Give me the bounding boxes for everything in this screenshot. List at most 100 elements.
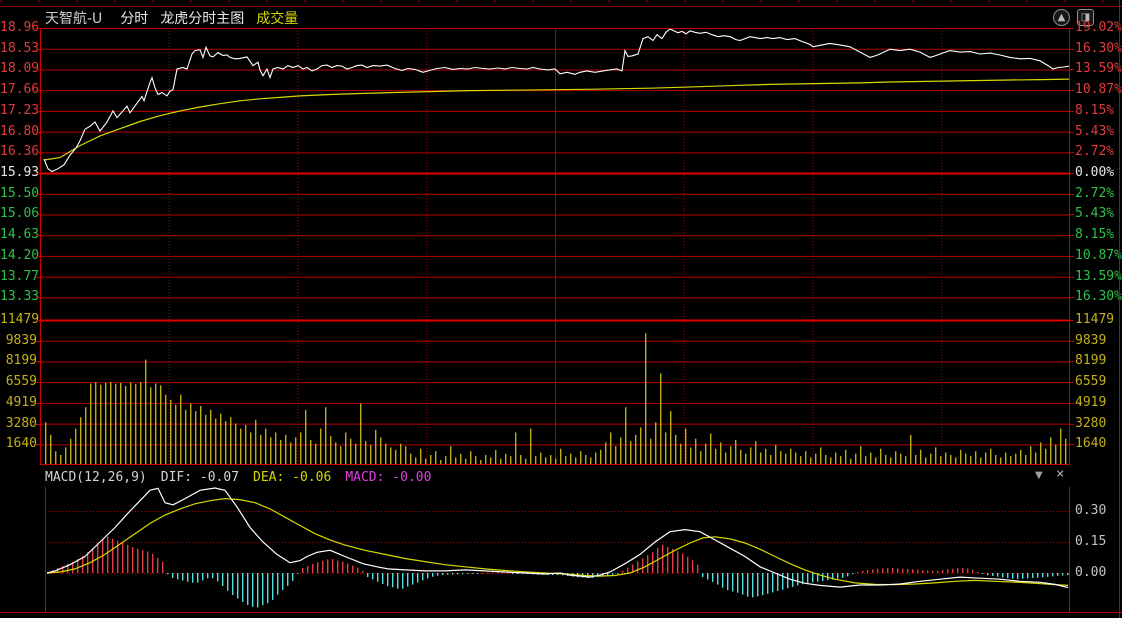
price-axis-label: 18.09 xyxy=(0,61,40,77)
axis-tick xyxy=(1070,361,1074,363)
axis-tick xyxy=(36,235,40,237)
axis-tick xyxy=(1070,255,1074,257)
axis-tick xyxy=(1070,152,1074,154)
price-axis-label: 16.80 xyxy=(0,123,40,139)
intraday-chart[interactable] xyxy=(40,28,1070,465)
axis-tick xyxy=(36,131,40,133)
axis-tick xyxy=(1070,235,1074,237)
macd-scale-label: 0.00 xyxy=(1075,565,1107,580)
macd-indicator-label[interactable]: MACD(12,26,9) xyxy=(45,470,147,485)
axis-tick xyxy=(36,28,40,29)
axis-tick xyxy=(1070,276,1074,278)
macd-scale-label: 0.15 xyxy=(1075,533,1107,549)
axis-tick xyxy=(1070,193,1074,195)
toolbar-remnant-ticks xyxy=(0,0,1122,3)
axis-tick xyxy=(36,214,40,216)
axis-tick xyxy=(1070,90,1074,92)
axis-tick xyxy=(1070,402,1074,404)
collapse-panel-icon[interactable]: ▼ xyxy=(1035,470,1043,481)
percent-axis-label: 5.43% xyxy=(1075,123,1115,139)
price-axis-label: 15.93 xyxy=(0,165,40,181)
price-axis-label: 13.77 xyxy=(0,268,40,284)
axis-tick xyxy=(1070,110,1074,112)
axis-tick xyxy=(1070,28,1074,29)
axis-tick xyxy=(36,90,40,92)
axis-tick xyxy=(1070,48,1074,50)
axis-tick xyxy=(36,110,40,112)
window-right-border xyxy=(1119,0,1120,618)
axis-tick xyxy=(1070,444,1074,446)
price-axis-label: 15.06 xyxy=(0,206,40,222)
percent-axis-label: 2.72% xyxy=(1075,144,1115,160)
stock-symbol[interactable]: 天智航-U xyxy=(45,8,102,28)
volume-axis-label: 11479 xyxy=(1075,312,1115,327)
volume-axis-label: 3280 xyxy=(5,415,37,431)
price-axis-label: 14.63 xyxy=(0,227,40,243)
percent-axis-label: 16.30% xyxy=(1075,289,1122,305)
axis-tick xyxy=(1070,69,1074,71)
price-axis-label: 16.36 xyxy=(0,144,40,160)
close-panel-icon[interactable]: × xyxy=(1056,466,1064,482)
axis-tick xyxy=(1070,131,1074,133)
axis-tick xyxy=(36,255,40,257)
volume-axis-label: 6559 xyxy=(1075,374,1107,390)
percent-axis-label: 10.87% xyxy=(1075,247,1122,263)
macd-header: MACD(12,26,9) DIF: -0.07 DEA: -0.06 MACD… xyxy=(45,468,1045,486)
maximize-icon[interactable]: ▲ xyxy=(1053,9,1070,26)
axis-tick xyxy=(36,48,40,50)
axis-tick xyxy=(36,402,40,404)
volume-axis-label: 4919 xyxy=(5,394,37,410)
volume-axis-label: 4919 xyxy=(1075,394,1107,410)
percent-axis-label: 13.59% xyxy=(1075,61,1122,77)
price-axis-label: 17.23 xyxy=(0,102,40,118)
axis-tick xyxy=(36,69,40,71)
main-chart-label[interactable]: 龙虎分时主图 xyxy=(160,8,244,28)
price-axis-label: 13.33 xyxy=(0,289,40,305)
axis-tick xyxy=(1070,297,1074,299)
percent-axis-label: 13.59% xyxy=(1075,268,1122,284)
overlay-indicator-label[interactable]: 成交量 xyxy=(256,8,298,28)
axis-tick xyxy=(36,320,40,321)
percent-axis-label: 0.00% xyxy=(1075,165,1115,181)
axis-tick xyxy=(36,297,40,299)
volume-axis-label: 8199 xyxy=(5,353,37,369)
axis-tick xyxy=(36,382,40,384)
axis-tick xyxy=(36,444,40,446)
axis-tick xyxy=(36,340,40,342)
percent-axis-label: 5.43% xyxy=(1075,206,1115,222)
price-axis-label: 18.96 xyxy=(0,20,40,35)
volume-axis-label: 11479 xyxy=(0,312,40,327)
axis-tick xyxy=(1070,320,1074,321)
percent-axis-label: 2.72% xyxy=(1075,185,1115,201)
axis-tick xyxy=(36,152,40,154)
volume-axis-label: 9839 xyxy=(5,332,37,348)
macd-dif-value: DIF: -0.07 xyxy=(160,469,240,485)
top-toolbar-remnant xyxy=(0,0,1122,7)
macd-hist-value: MACD: -0.00 xyxy=(345,469,432,485)
percent-axis-label: 8.15% xyxy=(1075,227,1115,243)
chart-header: 天智航-U 分时 龙虎分时主图 成交量 xyxy=(40,8,1040,28)
volume-axis-label: 1640 xyxy=(5,436,37,452)
price-axis-label: 14.20 xyxy=(0,247,40,263)
volume-axis-label: 8199 xyxy=(1075,353,1107,369)
percent-axis-label: 10.87% xyxy=(1075,82,1122,98)
axis-tick xyxy=(36,173,40,175)
percent-axis-label: 8.15% xyxy=(1075,102,1115,118)
price-axis-label: 17.66 xyxy=(0,82,40,98)
axis-tick xyxy=(1070,214,1074,216)
price-axis-label: 18.53 xyxy=(0,40,40,56)
axis-tick xyxy=(1070,382,1074,384)
volume-axis-label: 1640 xyxy=(1075,436,1107,452)
bottom-divider xyxy=(0,612,1122,613)
axis-tick xyxy=(36,361,40,363)
period-label: 分时 xyxy=(120,11,149,27)
percent-axis-label: 19.02% xyxy=(1075,20,1122,35)
axis-tick xyxy=(36,276,40,278)
price-axis-label: 15.50 xyxy=(0,185,40,201)
axis-tick xyxy=(36,423,40,425)
volume-axis-label: 6559 xyxy=(5,374,37,390)
percent-axis-label: 16.30% xyxy=(1075,40,1122,56)
axis-tick xyxy=(36,193,40,195)
macd-chart[interactable] xyxy=(45,487,1070,613)
macd-dea-value: DEA: -0.06 xyxy=(253,469,332,485)
